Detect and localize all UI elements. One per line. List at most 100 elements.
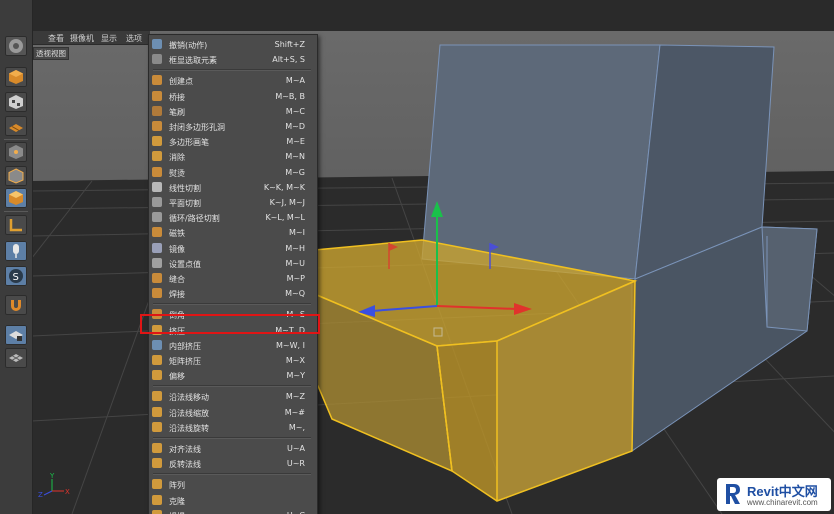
smooth-shift-icon bbox=[152, 370, 162, 381]
menu-item-line-cut[interactable]: 线性切割 K~K, M~K bbox=[149, 180, 317, 195]
menu-item-dissolve[interactable]: 消除 M~N bbox=[149, 149, 317, 164]
menu-item-matrix-extrude[interactable]: 矩阵挤压 M~X bbox=[149, 353, 317, 368]
menu-item-iron[interactable]: 熨烫 M~G bbox=[149, 165, 317, 180]
menu-item-shortcut: M~I bbox=[289, 228, 305, 238]
menu-item-label: 焊接 bbox=[169, 290, 185, 300]
align-normals-icon bbox=[152, 443, 162, 453]
menu-item-loop-cut[interactable]: 循环/路径切割 K~L, M~L bbox=[149, 210, 317, 225]
menu-item-label: 沿法线旋转 bbox=[169, 423, 209, 433]
mesh-context-menu: 撤销(动作) Shift+Z 框显选取元素 Alt+S, S 创建点 M~A 桥接 M~B, … bbox=[148, 34, 318, 514]
menu-item-weld[interactable]: 焊接 M~Q bbox=[149, 286, 317, 301]
menu-item-label: 熨烫 bbox=[169, 168, 185, 178]
workplane-mode-icon[interactable] bbox=[5, 116, 27, 136]
stitch-icon bbox=[152, 273, 162, 283]
polygons-mode-icon[interactable] bbox=[5, 188, 27, 208]
left-toolbar: S bbox=[0, 0, 33, 514]
menu-item-shortcut: M~# bbox=[284, 407, 305, 417]
menu-item-label: 循环/路径切割 bbox=[169, 214, 220, 224]
axis-mode-icon[interactable] bbox=[5, 215, 27, 235]
edges-mode-icon[interactable] bbox=[5, 166, 27, 186]
menu-item-polygon-pen[interactable]: 多边形画笔 M~E bbox=[149, 134, 317, 149]
array-icon bbox=[152, 479, 162, 490]
menu-item-label: 平面切割 bbox=[169, 199, 201, 208]
menu-item-undo[interactable]: 撤销(动作) Shift+Z bbox=[149, 37, 317, 52]
menu-item-label: 笔刷 bbox=[169, 107, 185, 117]
dissolve-icon bbox=[152, 151, 162, 162]
menu-item-close-polygon-hole[interactable]: 封闭多边形孔洞 M~D bbox=[149, 119, 317, 134]
menu-item-frame-selection[interactable]: 框显选取元素 Alt+S, S bbox=[149, 52, 317, 67]
menu-item-mirror[interactable]: 镜像 M~H bbox=[149, 241, 317, 256]
menu-separator bbox=[153, 473, 311, 476]
viewport-menu-options[interactable]: 选项 bbox=[126, 33, 142, 44]
menu-item-shortcut: M~P bbox=[286, 274, 305, 283]
menu-item-shortcut: K~J, M~J bbox=[269, 198, 305, 207]
brush-icon bbox=[152, 105, 162, 116]
menu-item-magnet-tool[interactable]: 磁铁 M~I bbox=[149, 225, 317, 240]
points-mode-icon[interactable] bbox=[5, 142, 27, 162]
grid-icon[interactable] bbox=[5, 348, 27, 368]
menu-item-smooth-shift[interactable]: 偏移 M~Y bbox=[149, 368, 317, 383]
iron-icon bbox=[152, 166, 162, 177]
tweak-mode-icon[interactable] bbox=[5, 241, 27, 261]
viewport-menu-view[interactable]: 查看 bbox=[48, 33, 64, 44]
reverse-normals-icon bbox=[152, 458, 162, 469]
menu-item-label: 偏移 bbox=[169, 372, 185, 382]
menu-item-label: 镜像 bbox=[169, 244, 185, 254]
menu-item-label: 设置点值 bbox=[169, 259, 201, 269]
menu-item-create-point[interactable]: 创建点 M~A bbox=[149, 73, 317, 88]
revit-logo-icon bbox=[726, 484, 740, 504]
menu-item-label: 桥接 bbox=[169, 92, 185, 102]
watermark: Revit中文网 www.chinarevit.com bbox=[717, 478, 831, 511]
menu-item-label: 消除 bbox=[169, 153, 185, 163]
menu-separator bbox=[153, 69, 311, 72]
magnet-icon[interactable] bbox=[5, 295, 27, 315]
magnet-tool-icon bbox=[152, 227, 162, 238]
menu-item-clone[interactable]: 克隆 bbox=[149, 493, 317, 508]
menu-item-normal-scale[interactable]: 沿法线缩放 M~# bbox=[149, 405, 317, 420]
menu-item-shortcut: M~A bbox=[285, 76, 305, 86]
menu-item-label: 阵列 bbox=[169, 481, 185, 491]
axis-label-y: Y bbox=[49, 472, 55, 480]
menu-item-label: 沿法线移动 bbox=[169, 393, 209, 403]
viewport-title: 透视视图 bbox=[33, 47, 69, 60]
menu-item-shortcut: M~B, B bbox=[275, 91, 305, 101]
menu-item-stitch[interactable]: 缝合 M~P bbox=[149, 271, 317, 286]
polygon-pen-icon bbox=[152, 136, 162, 147]
menu-item-label: 框显选取元素 bbox=[169, 56, 217, 66]
texture-mode-icon[interactable] bbox=[5, 92, 27, 112]
menu-item-shortcut: M~D bbox=[285, 122, 305, 131]
menu-item-shortcut: M~E bbox=[286, 137, 305, 147]
menu-item-shortcut: M~G bbox=[285, 167, 305, 177]
menu-item-normal-rotate[interactable]: 沿法线旋转 M~, bbox=[149, 420, 317, 435]
menu-item-normal-move[interactable]: 沿法线移动 M~Z bbox=[149, 389, 317, 404]
menu-item-shortcut: Shift+Z bbox=[274, 40, 305, 49]
cinema4d-window: Y Z X 查看 摄像机 显示 选项 透视视图 S 撤销(动作) Shift+Z… bbox=[0, 0, 834, 514]
cinema4d-logo-icon bbox=[5, 36, 27, 56]
viewport-menu-cameras[interactable]: 摄像机 bbox=[70, 33, 94, 44]
svg-text:S: S bbox=[13, 272, 19, 283]
menu-item-shortcut: M~Z bbox=[285, 392, 305, 402]
menu-item-extrude-inner[interactable]: 内部挤压 M~W, I bbox=[149, 338, 317, 353]
menu-item-reverse-normals[interactable]: 反转法线 U~R bbox=[149, 456, 317, 471]
menu-item-shortcut: M~C bbox=[285, 106, 305, 116]
menu-item-bridge[interactable]: 桥接 M~B, B bbox=[149, 89, 317, 104]
menu-item-shortcut: M~N bbox=[285, 152, 305, 162]
model-mode-icon[interactable] bbox=[5, 67, 27, 87]
matrix-extrude-icon bbox=[152, 355, 162, 365]
menu-item-collapse[interactable]: 坍塌U~C bbox=[149, 508, 317, 514]
menu-item-set-point-value[interactable]: 设置点值 M~U bbox=[149, 256, 317, 271]
toolbar-separator bbox=[4, 139, 28, 140]
snap-icon[interactable]: S bbox=[5, 266, 27, 286]
menu-item-plane-cut[interactable]: 平面切割 K~J, M~J bbox=[149, 195, 317, 210]
menu-item-shortcut: K~K, M~K bbox=[263, 182, 305, 192]
menu-separator bbox=[153, 437, 311, 439]
workplane-lock-icon[interactable] bbox=[5, 325, 27, 345]
menu-item-array[interactable]: 阵列 bbox=[149, 477, 317, 492]
menu-item-brush[interactable]: 笔刷 M~C bbox=[149, 104, 317, 119]
menu-item-align-normals[interactable]: 对齐法线 U~A bbox=[149, 441, 317, 456]
menu-item-shortcut: M~W, I bbox=[276, 340, 305, 350]
viewport-menubar: 查看 摄像机 显示 选项 bbox=[32, 31, 150, 45]
viewport-menu-display[interactable]: 显示 bbox=[101, 33, 117, 44]
weld-icon bbox=[152, 288, 162, 299]
menu-item-label: 磁铁 bbox=[169, 229, 185, 239]
